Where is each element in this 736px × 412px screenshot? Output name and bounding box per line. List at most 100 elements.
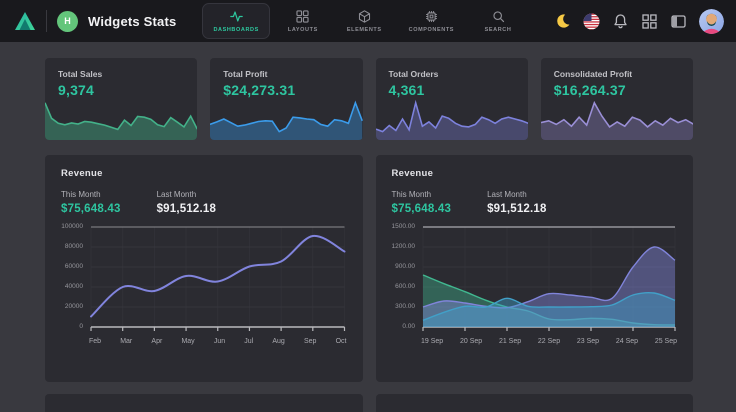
nav-item-layouts[interactable]: LAYOUTS	[275, 3, 331, 39]
x-tick-label: Jun	[214, 338, 225, 345]
apps-grid-icon[interactable]	[641, 13, 658, 30]
y-axis-labels: 100000800006000040000200000	[61, 224, 89, 331]
card-title: Revenue	[61, 168, 347, 179]
x-tick-label: Oct	[336, 338, 347, 345]
page-title: Widgets Stats	[88, 14, 176, 29]
app-logo-icon[interactable]	[14, 11, 36, 31]
y-axis-labels: 1500.001200.00900.00600.00300.000.00	[392, 224, 422, 331]
x-tick-label: 21 Sep	[499, 338, 521, 345]
x-tick-label: 20 Sep	[460, 338, 482, 345]
nav-item-label: COMPONENTS	[409, 27, 454, 33]
sidebar-toggle-icon[interactable]	[670, 13, 687, 30]
stat-card-total-sales: Total Sales 9,374	[45, 58, 197, 140]
search-icon	[492, 10, 505, 23]
x-tick-label: Mar	[120, 338, 132, 345]
x-tick-label: 19 Sep	[421, 338, 443, 345]
top-navbar: H Widgets Stats DASHBOARDS LAYOUTS ELEME…	[0, 0, 736, 42]
sparkline-chart	[376, 98, 528, 140]
revenue-card-line: Revenue This Month $75,648.43 Last Month…	[45, 155, 363, 382]
nav-item-label: SEARCH	[485, 27, 512, 33]
revenue-cards-row: Revenue This Month $75,648.43 Last Month…	[45, 155, 693, 382]
y-tick-label: 40000	[65, 284, 83, 291]
stat-card-total-orders: Total Orders 4,361	[376, 58, 528, 140]
x-tick-label: Apr	[151, 338, 162, 345]
revenue-summary: This Month $75,648.43 Last Month $91,512…	[61, 190, 347, 215]
this-month-group: This Month $75,648.43	[61, 190, 121, 215]
this-month-value: $75,648.43	[392, 203, 452, 215]
divider	[46, 10, 47, 32]
navbar-actions	[554, 9, 724, 34]
partial-card	[376, 394, 694, 412]
area-chart: 1500.001200.00900.00600.00300.000.00 19 …	[392, 224, 678, 345]
stat-value: $16,264.37	[554, 82, 626, 98]
line-chart-svg	[89, 224, 347, 336]
stat-label: Total Orders	[389, 69, 439, 79]
area-chart-svg	[421, 224, 677, 336]
stat-cards-row: Total Sales 9,374 Total Profit $24,273.3…	[45, 58, 693, 140]
dark-mode-moon-icon[interactable]	[554, 13, 571, 30]
plot-area: Feb Mar Apr May Jun Jul Aug Sep Oct	[89, 224, 347, 345]
x-tick-label: Jul	[244, 338, 253, 345]
x-axis-labels: Feb Mar Apr May Jun Jul Aug Sep Oct	[89, 338, 347, 345]
partial-card	[45, 394, 363, 412]
bottom-cards-row	[45, 394, 693, 412]
revenue-card-area: Revenue This Month $75,648.43 Last Month…	[376, 155, 694, 382]
y-tick-label: 1500.00	[392, 224, 416, 231]
this-month-group: This Month $75,648.43	[392, 190, 452, 215]
y-tick-label: 100000	[61, 224, 83, 231]
us-flag-icon[interactable]	[583, 13, 600, 30]
y-tick-label: 0.00	[402, 324, 415, 331]
x-tick-label: May	[181, 338, 194, 345]
stat-value: 9,374	[58, 82, 94, 98]
y-tick-label: 0	[79, 324, 83, 331]
last-month-group: Last Month $91,512.18	[157, 190, 217, 215]
last-month-value: $91,512.18	[157, 203, 217, 215]
x-tick-label: Sep	[304, 338, 316, 345]
y-tick-label: 600.00	[395, 284, 415, 291]
plot-area: 19 Sep20 Sep21 Sep22 Sep23 Sep24 Sep25 S…	[421, 224, 677, 345]
stat-card-total-profit: Total Profit $24,273.31	[210, 58, 362, 140]
nav-item-label: ELEMENTS	[347, 27, 382, 33]
stat-label: Total Sales	[58, 69, 102, 79]
x-tick-label: 22 Sep	[538, 338, 560, 345]
stat-value: 4,361	[389, 82, 425, 98]
line-chart: 100000800006000040000200000 FebMarAprMay…	[61, 224, 347, 345]
y-tick-label: 1200.00	[392, 244, 416, 251]
nav-item-label: LAYOUTS	[288, 27, 318, 33]
last-month-value: $91,512.18	[487, 203, 547, 215]
nav-item-label: DASHBOARDS	[213, 27, 258, 33]
notifications-bell-icon[interactable]	[612, 13, 629, 30]
activity-icon	[230, 10, 243, 23]
dashboard-content: Total Sales 9,374 Total Profit $24,273.3…	[0, 42, 736, 412]
x-tick-label: 24 Sep	[616, 338, 638, 345]
revenue-summary: This Month $75,648.43 Last Month $91,512…	[392, 190, 678, 215]
nav-item-elements[interactable]: ELEMENTS	[336, 3, 393, 39]
stat-value: $24,273.31	[223, 82, 295, 98]
sparkline-chart	[45, 98, 197, 140]
card-title: Revenue	[392, 168, 678, 179]
x-tick-label: 23 Sep	[577, 338, 599, 345]
nav-item-dashboards[interactable]: DASHBOARDS	[202, 3, 269, 39]
y-tick-label: 80000	[65, 244, 83, 251]
this-month-label: This Month	[61, 190, 121, 199]
last-month-label: Last Month	[157, 190, 217, 199]
stat-label: Total Profit	[223, 69, 267, 79]
x-tick-label: Aug	[272, 338, 284, 345]
this-month-value: $75,648.43	[61, 203, 121, 215]
sparkline-chart	[541, 98, 693, 140]
stat-card-consolidated-profit: Consolidated Profit $16,264.37	[541, 58, 693, 140]
cube-icon	[358, 10, 371, 23]
this-month-label: This Month	[392, 190, 452, 199]
nav-item-search[interactable]: SEARCH	[470, 3, 526, 39]
user-avatar[interactable]	[699, 9, 724, 34]
brand: H Widgets Stats	[14, 10, 176, 32]
nav-item-components[interactable]: COMPONENTS	[398, 3, 465, 39]
y-tick-label: 300.00	[395, 304, 415, 311]
main-nav: DASHBOARDS LAYOUTS ELEMENTS COMPONENTS	[202, 3, 526, 39]
layout-grid-icon	[296, 10, 309, 23]
cpu-icon	[425, 10, 438, 23]
last-month-group: Last Month $91,512.18	[487, 190, 547, 215]
workspace-avatar[interactable]: H	[57, 11, 78, 32]
x-tick-label: Feb	[89, 338, 101, 345]
y-tick-label: 60000	[65, 264, 83, 271]
